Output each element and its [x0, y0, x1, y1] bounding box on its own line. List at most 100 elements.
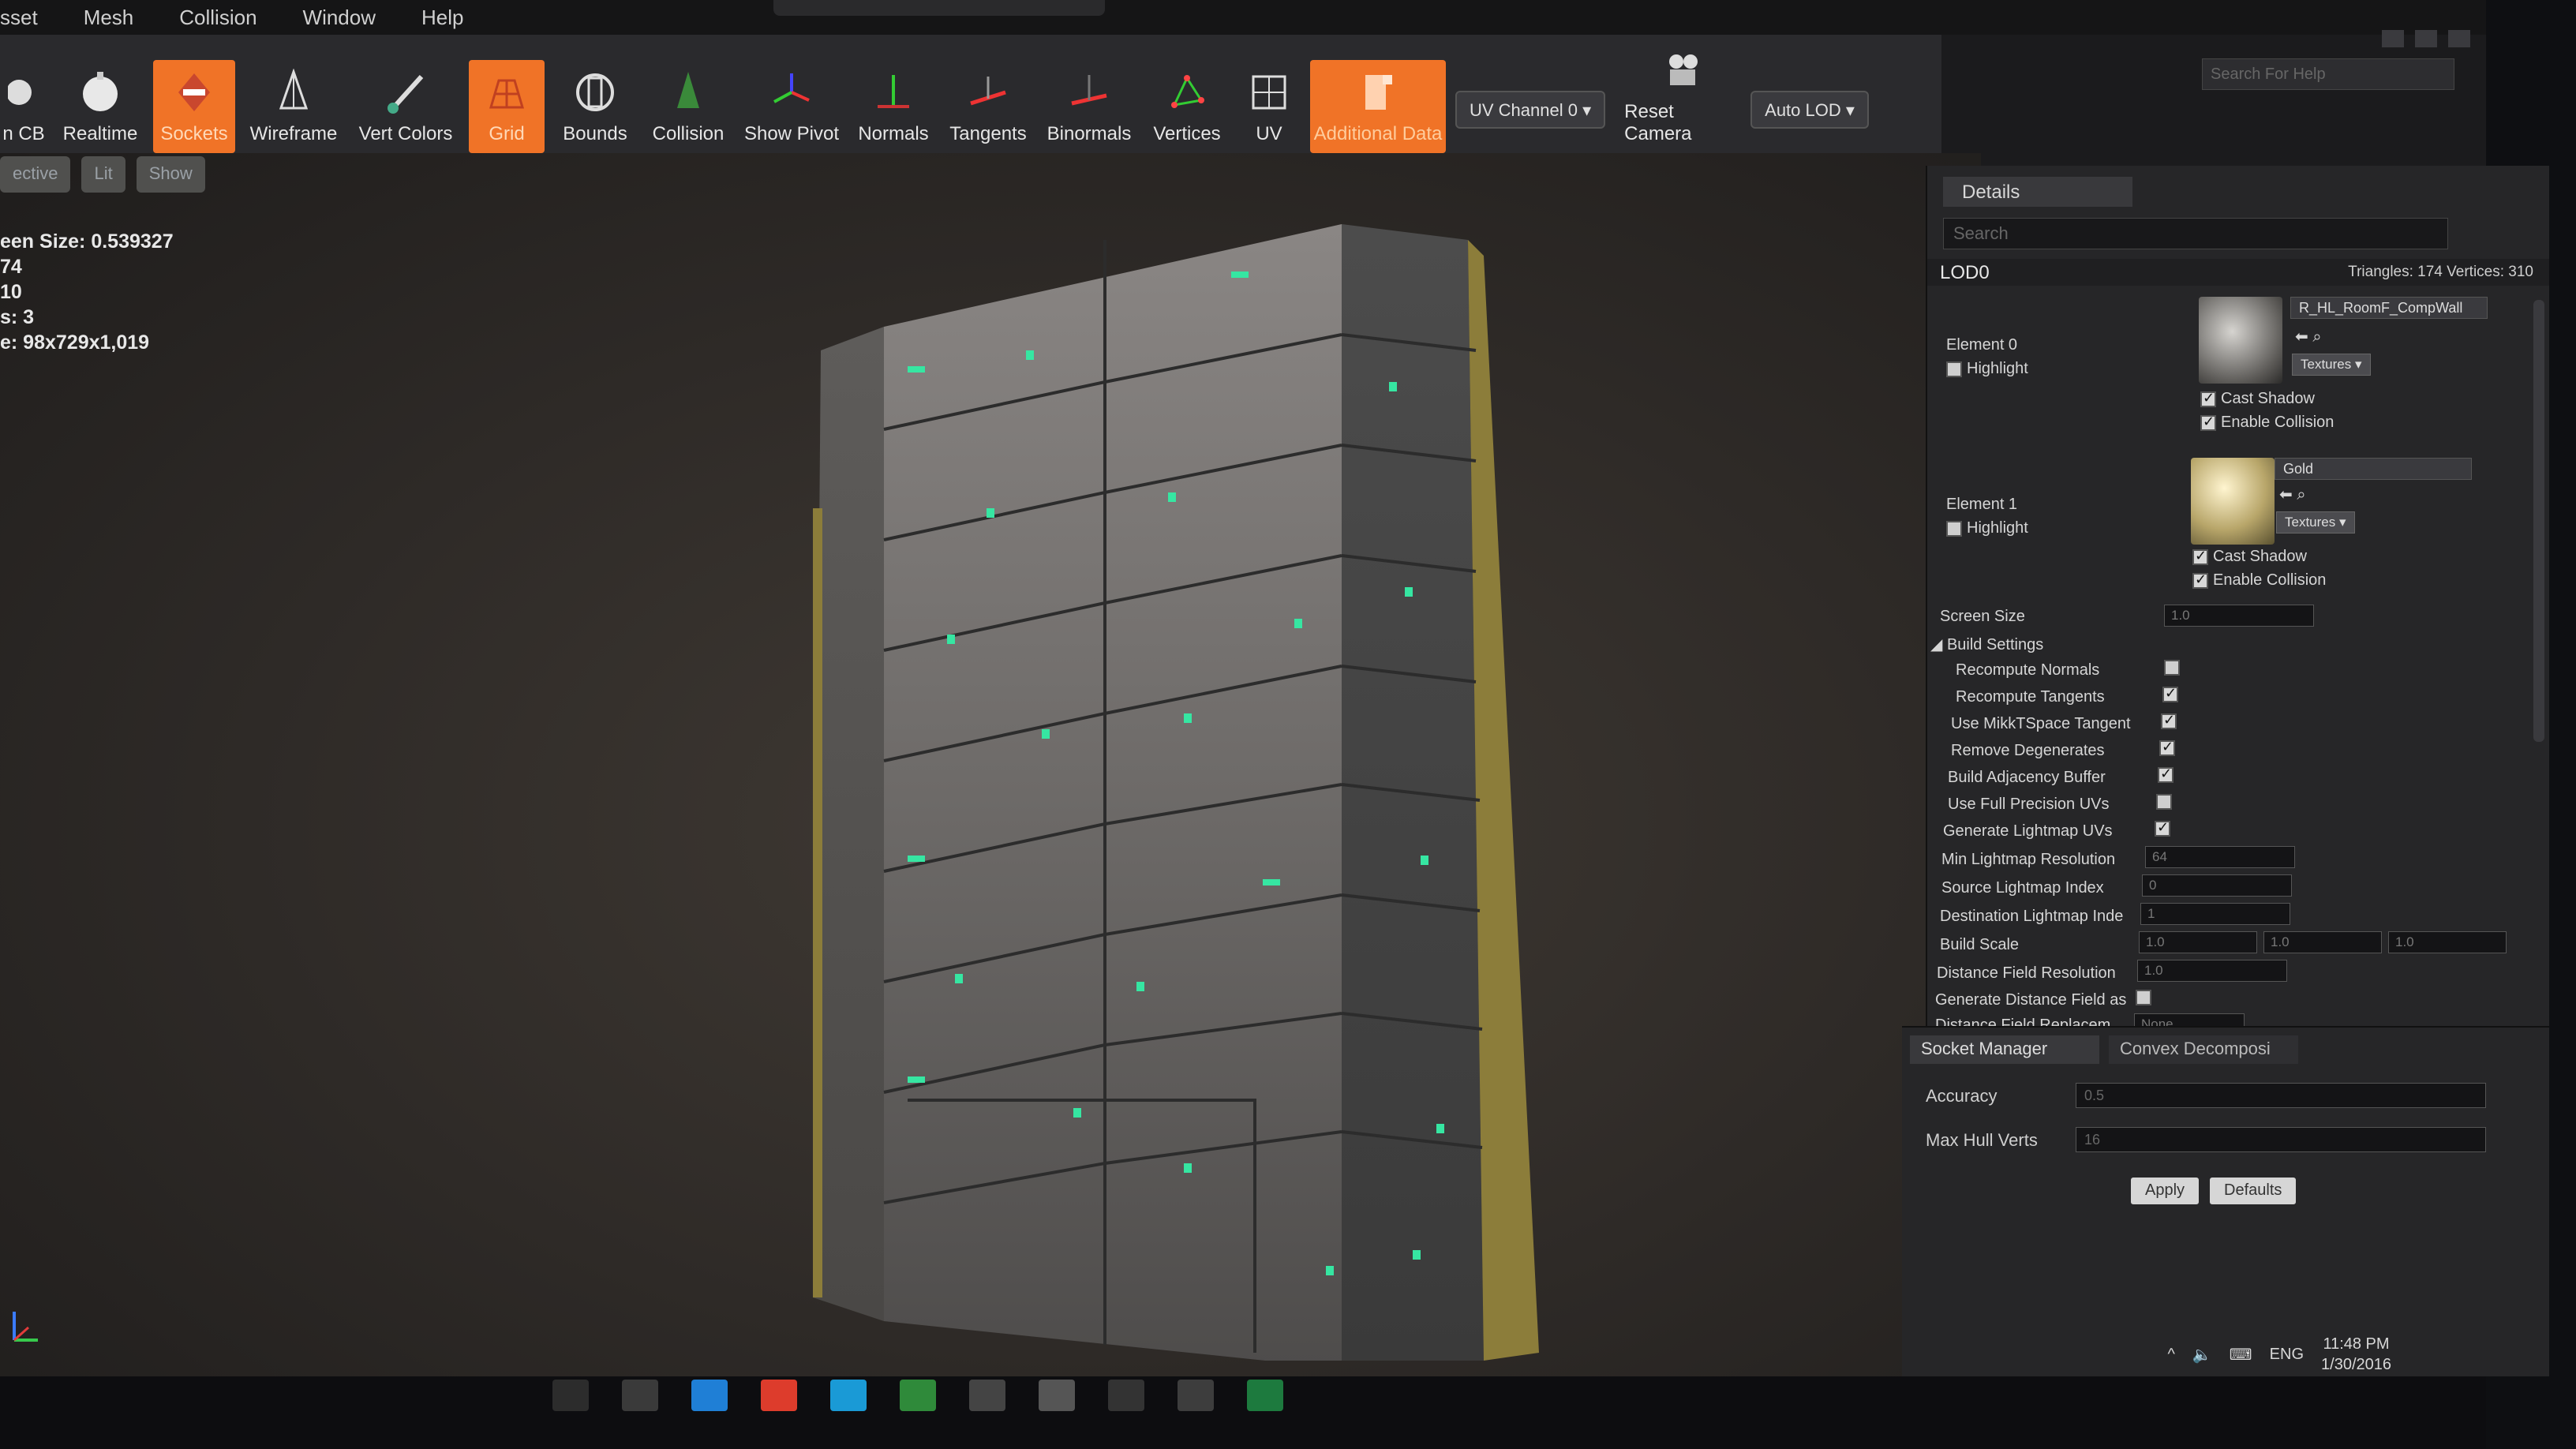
restore-icon[interactable]	[2415, 30, 2437, 47]
tray-chevron-icon[interactable]: ^	[2168, 1346, 2175, 1364]
accuracy-input[interactable]: 0.5	[2076, 1083, 2486, 1108]
grid-button[interactable]: Grid	[469, 60, 545, 153]
volume-icon[interactable]: 🔈	[2192, 1345, 2212, 1365]
viewport[interactable]: ective Lit Show een Size: 0.539327 74 10…	[0, 153, 1981, 1376]
element0-cast-shadow-checkbox[interactable]	[2200, 390, 2216, 407]
build-settings-header[interactable]: ◢ Build Settings	[1930, 635, 2043, 654]
defaults-button[interactable]: Defaults	[2210, 1178, 2297, 1204]
element1-browse-icon[interactable]: ⬅ ⌕	[2279, 485, 2306, 504]
generate-lightmap-uvs-checkbox[interactable]	[2155, 819, 2170, 837]
build-scale-z-input[interactable]: 1.0	[2388, 931, 2507, 953]
recompute-tangents-checkbox[interactable]	[2162, 685, 2178, 702]
close-icon[interactable]	[2448, 30, 2470, 47]
element0-cast-shadow[interactable]: Cast Shadow	[2200, 390, 2315, 408]
menu-window[interactable]: Window	[303, 6, 376, 30]
element1-textures-button[interactable]: Textures ▾	[2276, 511, 2355, 534]
epic-launcher-icon[interactable]	[1108, 1380, 1144, 1411]
app-icon[interactable]	[622, 1380, 658, 1411]
show-pivot-button[interactable]: Show Pivot	[740, 60, 843, 153]
element0-browse-icon[interactable]: ⬅ ⌕	[2295, 327, 2322, 346]
element1-enable-collision[interactable]: Enable Collision	[2192, 571, 2326, 590]
sockets-button[interactable]: Sockets	[153, 60, 235, 153]
auto-lod-dropdown[interactable]: Auto LOD ▾	[1750, 91, 1869, 129]
screen-size-input[interactable]: 1.0	[2164, 605, 2314, 627]
setting-full-precision-uvs: Use Full Precision UVs	[1948, 796, 2110, 813]
realtime-button[interactable]: Realtime	[57, 60, 144, 153]
element0-material-thumbnail[interactable]	[2199, 297, 2282, 384]
store-icon[interactable]	[691, 1380, 728, 1411]
gen-distance-field-label: Generate Distance Field as	[1935, 991, 2127, 1009]
collision-button[interactable]: Collision	[646, 60, 731, 153]
chrome-icon[interactable]	[761, 1380, 797, 1411]
menu-collision[interactable]: Collision	[179, 6, 256, 30]
socket-manager-tab[interactable]: Socket Manager	[1910, 1035, 2099, 1064]
reset-camera-button[interactable]: Reset Camera	[1624, 54, 1741, 153]
element1-material-select[interactable]: Gold	[2275, 458, 2472, 480]
element0-highlight[interactable]: Highlight	[1946, 360, 2028, 378]
clock[interactable]: 11:48 PM 1/30/2016	[2321, 1334, 2391, 1375]
bounds-button[interactable]: Bounds	[554, 60, 636, 153]
gen-distance-field-checkbox[interactable]	[2136, 990, 2151, 1005]
menu-help[interactable]: Help	[421, 6, 463, 30]
window-icon[interactable]	[1039, 1380, 1075, 1411]
element0-material-select[interactable]: R_HL_RoomF_CompWall	[2290, 297, 2488, 319]
show-button[interactable]: Show	[136, 156, 205, 193]
minimize-icon[interactable]	[2382, 30, 2404, 47]
explorer-icon[interactable]	[552, 1380, 589, 1411]
element1-highlight-checkbox[interactable]	[1946, 520, 1962, 537]
menu-mesh[interactable]: Mesh	[84, 6, 134, 30]
recompute-normals-checkbox[interactable]	[2164, 660, 2180, 676]
full-precision-uvs-checkbox[interactable]	[2156, 794, 2172, 810]
binormals-button[interactable]: Binormals	[1042, 60, 1136, 153]
skype-icon[interactable]	[830, 1380, 867, 1411]
additional-data-button[interactable]: Additional Data	[1310, 60, 1446, 153]
language-indicator[interactable]: ENG	[2270, 1346, 2304, 1364]
keyboard-icon[interactable]: ⌨	[2230, 1345, 2252, 1365]
min-lightmap-label: Min Lightmap Resolution	[1941, 851, 2116, 868]
normals-button[interactable]: Normals	[852, 60, 934, 153]
lod0-section[interactable]: LOD0 Triangles: 174 Vertices: 310	[1927, 259, 2549, 286]
document-tab[interactable]	[773, 0, 1105, 16]
element1-enable-collision-checkbox[interactable]	[2192, 571, 2208, 589]
excel-icon[interactable]	[1247, 1380, 1283, 1411]
details-search-input[interactable]: Search	[1943, 218, 2448, 249]
mikktspace-checkbox[interactable]	[2161, 712, 2177, 729]
dest-lightmap-input[interactable]: 1	[2140, 903, 2290, 925]
details-tab[interactable]: Details	[1943, 177, 2132, 207]
steam-icon[interactable]	[969, 1380, 1005, 1411]
element0-enable-collision[interactable]: Enable Collision	[2200, 414, 2334, 432]
build-scale-y-input[interactable]: 1.0	[2263, 931, 2382, 953]
adjacency-buffer-checkbox[interactable]	[2158, 766, 2174, 783]
remove-degenerates-checkbox[interactable]	[2159, 739, 2175, 756]
viewport-options: ective Lit Show	[0, 156, 205, 193]
uv-channel-dropdown[interactable]: UV Channel 0 ▾	[1455, 91, 1606, 129]
tangents-button[interactable]: Tangents	[944, 60, 1032, 153]
search-help-input[interactable]: Search For Help	[2202, 58, 2454, 90]
wireframe-button[interactable]: Wireframe	[245, 60, 343, 153]
element0-highlight-checkbox[interactable]	[1946, 361, 1962, 377]
clover-icon[interactable]	[900, 1380, 936, 1411]
perspective-button[interactable]: ective	[0, 156, 71, 193]
min-lightmap-input[interactable]: 64	[2145, 846, 2295, 868]
menu-asset[interactable]: sset	[0, 6, 38, 30]
element1-highlight[interactable]: Highlight	[1946, 519, 2028, 537]
source-lightmap-input[interactable]: 0	[2142, 874, 2292, 897]
distance-field-input[interactable]: 1.0	[2137, 960, 2287, 982]
element0-textures-button[interactable]: Textures ▾	[2292, 354, 2371, 376]
element1-cast-shadow-checkbox[interactable]	[2192, 548, 2208, 565]
vertices-button[interactable]: Vertices	[1146, 60, 1228, 153]
vert-colors-button[interactable]: Vert Colors	[352, 60, 459, 153]
apply-button[interactable]: Apply	[2131, 1178, 2200, 1204]
element1-cast-shadow[interactable]: Cast Shadow	[2192, 548, 2307, 566]
details-scrollbar[interactable]	[2533, 300, 2544, 742]
max-hull-verts-input[interactable]: 16	[2076, 1127, 2486, 1152]
distance-field-replacement-select[interactable]: None	[2134, 1013, 2245, 1026]
element1-material-thumbnail[interactable]	[2191, 458, 2275, 545]
unreal-engine-icon[interactable]	[1178, 1380, 1214, 1411]
convex-decomposition-tab[interactable]: Convex Decomposi	[2109, 1035, 2298, 1064]
element0-enable-collision-checkbox[interactable]	[2200, 414, 2216, 431]
save-cb-button[interactable]: n CB	[0, 60, 47, 153]
lit-button[interactable]: Lit	[81, 156, 125, 193]
build-scale-x-input[interactable]: 1.0	[2139, 931, 2257, 953]
uv-button[interactable]: UV	[1237, 60, 1301, 153]
